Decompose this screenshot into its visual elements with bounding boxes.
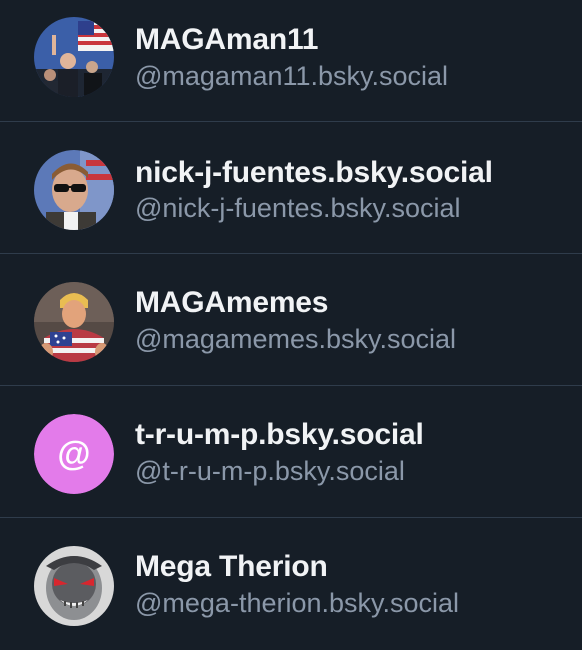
account-row-magaman11[interactable]: MAGAman11 @magaman11.bsky.social [0, 0, 582, 122]
profile-photo-icon [34, 17, 114, 97]
account-handle: @mega-therion.bsky.social [135, 588, 460, 618]
account-row-t-r-u-m-p[interactable]: @ t-r-u-m-p.bsky.social @t-r-u-m-p.bsky.… [0, 386, 582, 518]
account-row-magamemes[interactable]: MAGAmemes @magamemes.bsky.social [0, 254, 582, 386]
account-handle: @t-r-u-m-p.bsky.social [135, 456, 405, 486]
account-handle: @nick-j-fuentes.bsky.social [135, 193, 461, 223]
account-display-name: MAGAman11 [135, 23, 319, 56]
account-row-nick-j-fuentes[interactable]: nick-j-fuentes.bsky.social @nick-j-fuent… [0, 122, 582, 254]
account-list: MAGAman11 @magaman11.bsky.social nick-j-… [0, 0, 582, 650]
account-display-name: MAGAmemes [135, 286, 329, 319]
avatar[interactable]: @ [34, 414, 114, 494]
at-sign-icon: @ [34, 414, 114, 494]
avatar[interactable] [34, 546, 114, 626]
account-row-mega-therion[interactable]: Mega Therion @mega-therion.bsky.social [0, 518, 582, 650]
profile-photo-icon [34, 150, 114, 230]
account-display-name: t-r-u-m-p.bsky.social [135, 418, 424, 451]
avatar[interactable] [34, 150, 114, 230]
profile-photo-icon [34, 546, 114, 626]
account-display-name: Mega Therion [135, 550, 328, 583]
profile-photo-icon [34, 282, 114, 362]
svg-text:@: @ [57, 435, 90, 473]
account-display-name: nick-j-fuentes.bsky.social [135, 156, 493, 189]
avatar[interactable] [34, 282, 114, 362]
account-handle: @magaman11.bsky.social [135, 61, 449, 91]
avatar[interactable] [34, 17, 114, 97]
account-handle: @magamemes.bsky.social [135, 324, 457, 354]
